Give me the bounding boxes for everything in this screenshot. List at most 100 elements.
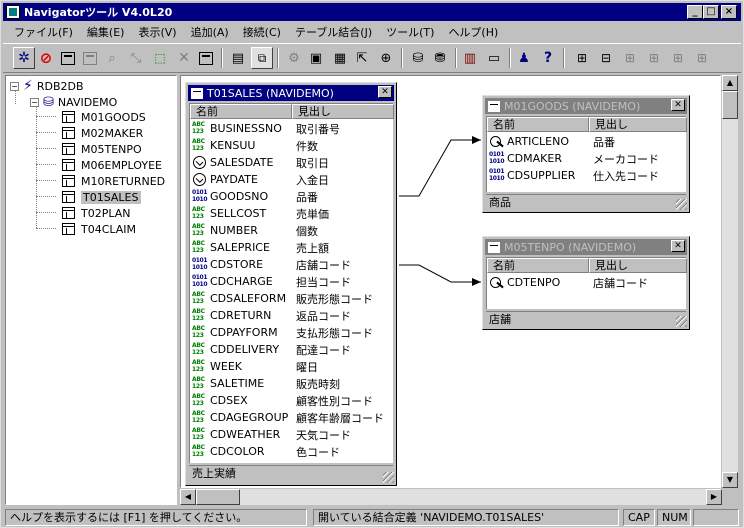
- field-row[interactable]: WEEK 曜日: [190, 358, 393, 375]
- window-icon[interactable]: ▭: [483, 47, 505, 69]
- field-list[interactable]: 名前 見出し CDTENPO 店舗コード: [486, 257, 687, 309]
- close-icon[interactable]: ✕: [671, 99, 685, 111]
- add-field-icon[interactable]: ▣: [305, 47, 327, 69]
- table-window-titlebar[interactable]: T01SALES (NAVIDEMO) ✕: [188, 85, 394, 101]
- menu-file[interactable]: ファイル(F): [7, 24, 80, 40]
- scroll-up-icon[interactable]: ▲: [722, 75, 738, 91]
- field-row[interactable]: GOODSNO 品番: [190, 188, 393, 205]
- minimize-button[interactable]: _: [687, 5, 703, 19]
- tree-node-table[interactable]: T02PLAN: [62, 205, 130, 221]
- field-row[interactable]: PAYDATE 入金日: [190, 171, 393, 188]
- query-icon[interactable]: ⌕: [101, 47, 123, 69]
- menu-view[interactable]: 表示(V): [131, 24, 183, 40]
- scroll-left-icon[interactable]: ◀: [180, 489, 196, 505]
- table-window-t01sales[interactable]: T01SALES (NAVIDEMO) ✕ 名前 見出し BUSINESSNO 取…: [185, 82, 397, 486]
- tree-toggle[interactable]: −: [30, 97, 39, 107]
- field-row[interactable]: CDMAKER メーカコード: [487, 150, 686, 167]
- field-row[interactable]: CDPAYFORM 支払形態コード: [190, 324, 393, 341]
- field-row[interactable]: SELLCOST 売単価: [190, 205, 393, 222]
- tree-icon-3[interactable]: ⊞: [619, 47, 641, 69]
- field-row[interactable]: CDRETURN 返品コード: [190, 307, 393, 324]
- field-row[interactable]: CDSEX 顧客性別コード: [190, 392, 393, 409]
- add-index-icon[interactable]: ▦: [329, 47, 351, 69]
- cylinder-icon[interactable]: ⛁: [407, 47, 429, 69]
- field-row[interactable]: CDDELIVERY 配達コード: [190, 341, 393, 358]
- menu-help[interactable]: ヘルプ(H): [441, 24, 505, 40]
- field-row[interactable]: CDSALEFORM 販売形態コード: [190, 290, 393, 307]
- tree-node-table[interactable]: M10RETURNED: [62, 173, 165, 189]
- field-list[interactable]: 名前 見出し ARTICLENO品番CDMAKERメーカコードCDSUPPLIE…: [486, 116, 687, 192]
- menu-edit[interactable]: 編集(E): [80, 24, 132, 40]
- column-header-caption[interactable]: 見出し: [589, 117, 687, 132]
- add-link-icon[interactable]: ⇱: [351, 47, 373, 69]
- close-button[interactable]: ×: [721, 5, 737, 19]
- help-icon[interactable]: ?: [537, 47, 559, 69]
- field-row[interactable]: ARTICLENO 品番: [487, 133, 686, 150]
- close-icon[interactable]: ✕: [671, 240, 685, 252]
- app-icon[interactable]: [6, 5, 20, 19]
- table-window-m05tenpo[interactable]: M05TENPO (NAVIDEMO) ✕ 名前 見出し CDTENPO 店舗コー…: [482, 236, 690, 330]
- tree-node-table-selected[interactable]: T01SALES: [62, 189, 141, 205]
- join-diagram-canvas[interactable]: T01SALES (NAVIDEMO) ✕ 名前 見出し BUSINESSNO 取…: [180, 75, 721, 488]
- field-row[interactable]: CDCOLOR 色コード: [190, 443, 393, 460]
- scroll-down-icon[interactable]: ▼: [722, 472, 738, 488]
- column-header-caption[interactable]: 見出し: [292, 104, 394, 119]
- table-window-titlebar[interactable]: M01GOODS (NAVIDEMO) ✕: [485, 98, 687, 114]
- connect-icon[interactable]: ✲: [13, 47, 35, 69]
- field-row[interactable]: NUMBER 個数: [190, 222, 393, 239]
- field-row[interactable]: SALEPRICE 売上額: [190, 239, 393, 256]
- tree-node-root[interactable]: − ⚡ RDB2DB: [10, 78, 84, 94]
- field-row[interactable]: CDCHARGE 担当コード: [190, 273, 393, 290]
- menu-table-join[interactable]: テーブル結合(J): [288, 24, 379, 40]
- menu-add[interactable]: 追加(A): [184, 24, 236, 40]
- field-row[interactable]: SALESDATE 取引日: [190, 154, 393, 171]
- vertical-scrollbar[interactable]: ▲ ▼: [722, 75, 738, 488]
- clipboard-icon[interactable]: ▥: [459, 47, 481, 69]
- tree-icon-2[interactable]: ⊟: [595, 47, 617, 69]
- user-icon[interactable]: ♟: [513, 47, 535, 69]
- grid-view-icon[interactable]: ▤: [227, 47, 249, 69]
- horizontal-scroll-thumb[interactable]: [196, 489, 240, 505]
- close-icon[interactable]: ✕: [378, 86, 392, 98]
- tree-node-table[interactable]: M01GOODS: [62, 109, 146, 125]
- resize-grip[interactable]: [676, 199, 687, 210]
- vertical-scroll-thumb[interactable]: [722, 91, 738, 119]
- tree-node-table[interactable]: M06EMPLOYEE: [62, 157, 162, 173]
- tree-icon-1[interactable]: ⊞: [571, 47, 593, 69]
- field-list[interactable]: 名前 見出し BUSINESSNO 取引番号 KENSUU 件数 SALESDATE 取引…: [189, 103, 394, 463]
- field-row[interactable]: CDSUPPLIER 仕入先コード: [487, 167, 686, 184]
- add-join-icon[interactable]: ⊕: [375, 47, 397, 69]
- title-bar[interactable]: Navigatorツール V4.0L20 _ □ ×: [3, 3, 741, 21]
- resize-grip[interactable]: [383, 472, 394, 483]
- column-header-name[interactable]: 名前: [487, 258, 589, 273]
- tree-node-table[interactable]: T04CLAIM: [62, 221, 136, 237]
- field-row[interactable]: CDTENPO 店舗コード: [487, 274, 686, 291]
- table-window-m01goods[interactable]: M01GOODS (NAVIDEMO) ✕ 名前 見出し ARTICLENO 品番…: [482, 95, 690, 213]
- menu-tools[interactable]: ツール(T): [379, 24, 441, 40]
- field-row[interactable]: CDWEATHER 天気コード: [190, 426, 393, 443]
- maximize-button[interactable]: □: [703, 5, 719, 19]
- add-table-icon[interactable]: ⚙: [283, 47, 305, 69]
- column-header-name[interactable]: 名前: [190, 104, 292, 119]
- field-row[interactable]: KENSUU 件数: [190, 137, 393, 154]
- join-icon[interactable]: ⤡: [125, 47, 147, 69]
- menu-connect[interactable]: 接続(C): [236, 24, 288, 40]
- tree-node-schema[interactable]: − ⛁ NAVIDEMO: [30, 94, 117, 110]
- field-row[interactable]: BUSINESSNO 取引番号: [190, 120, 393, 137]
- tree-node-table[interactable]: M05TENPO: [62, 141, 142, 157]
- table-window-titlebar[interactable]: M05TENPO (NAVIDEMO) ✕: [485, 239, 687, 255]
- cylinder-edit-icon[interactable]: ⛃: [429, 47, 451, 69]
- field-row[interactable]: CDSTORE 店舗コード: [190, 256, 393, 273]
- tree-icon-6[interactable]: ⊞: [691, 47, 713, 69]
- column-header-name[interactable]: 名前: [487, 117, 589, 132]
- horizontal-scrollbar[interactable]: ◀ ▶: [180, 489, 722, 505]
- database-tree[interactable]: − ⚡ RDB2DB − ⛁ NAVIDEMO M01GOODS M02MAKE…: [5, 75, 177, 505]
- tree-toggle[interactable]: −: [10, 81, 19, 91]
- tree-icon-4[interactable]: ⊞: [643, 47, 665, 69]
- scroll-right-icon[interactable]: ▶: [706, 489, 722, 505]
- field-row[interactable]: SALETIME 販売時刻: [190, 375, 393, 392]
- relation-icon[interactable]: ⬚: [149, 47, 171, 69]
- table-properties-icon[interactable]: [79, 47, 101, 69]
- diagram-view-icon[interactable]: ⧉: [251, 47, 273, 69]
- tree-icon-5[interactable]: ⊞: [667, 47, 689, 69]
